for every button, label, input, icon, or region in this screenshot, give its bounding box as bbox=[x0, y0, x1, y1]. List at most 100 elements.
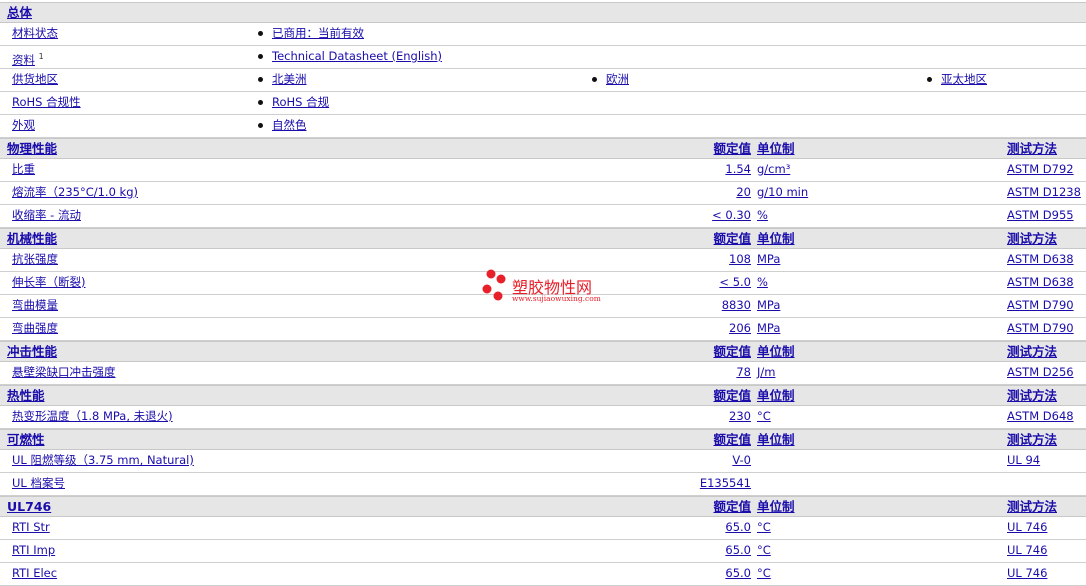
row-test-method: UL 746 bbox=[1007, 566, 1048, 580]
section-header: 总体 bbox=[0, 2, 1086, 23]
row-label-text: 弯曲模量 bbox=[12, 298, 58, 312]
row-label: RTI Str bbox=[12, 517, 50, 538]
table-row: UL 档案号 E135541 bbox=[0, 473, 1086, 496]
row-value: < 5.0 bbox=[719, 275, 751, 289]
bullet-item: RoHS 合规 bbox=[258, 92, 329, 113]
bullet-text: 自然色 bbox=[272, 118, 307, 132]
row-label-text: 收缩率 - 流动 bbox=[12, 208, 81, 222]
row-label: 收缩率 - 流动 bbox=[12, 205, 81, 226]
row-label: UL 档案号 bbox=[12, 473, 65, 494]
header-test-method: 测试方法 bbox=[1007, 141, 1058, 156]
row-value: E135541 bbox=[699, 476, 751, 490]
header-value: 额定值 bbox=[713, 499, 751, 514]
table-row: 材料状态 已商用：当前有效 bbox=[0, 23, 1086, 46]
section-header: 冲击性能 额定值 单位制 测试方法 bbox=[0, 341, 1086, 362]
row-unit: % bbox=[757, 275, 768, 289]
row-label-text: UL 阻燃等级（3.75 mm, Natural) bbox=[12, 453, 194, 467]
row-label-text: 弯曲强度 bbox=[12, 321, 58, 335]
row-test-method: ASTM D638 bbox=[1007, 252, 1074, 266]
row-value: 20 bbox=[736, 185, 751, 199]
row-label: 比重 bbox=[12, 159, 35, 180]
row-label-text: UL 档案号 bbox=[12, 476, 65, 490]
row-value: 78 bbox=[736, 365, 751, 379]
header-test-method: 测试方法 bbox=[1007, 344, 1058, 359]
row-test-method: ASTM D638 bbox=[1007, 275, 1074, 289]
row-test-method: ASTM D792 bbox=[1007, 162, 1074, 176]
row-label-text: 伸长率（断裂) bbox=[12, 275, 86, 289]
row-value: 65.0 bbox=[725, 543, 751, 557]
row-label: 供货地区 bbox=[12, 69, 58, 90]
row-label: 弯曲强度 bbox=[12, 318, 58, 339]
section-header: 可燃性 额定值 单位制 测试方法 bbox=[0, 429, 1086, 450]
datasheet-link[interactable]: Technical Datasheet (English) bbox=[272, 49, 442, 63]
row-label: RTI Imp bbox=[12, 540, 55, 561]
table-row: 供货地区 北美洲 欧洲 亚太地区 bbox=[0, 69, 1086, 92]
table-row: 收缩率 - 流动 < 0.30% ASTM D955 bbox=[0, 205, 1086, 228]
header-value: 额定值 bbox=[713, 432, 751, 447]
row-test-method: ASTM D256 bbox=[1007, 365, 1074, 379]
row-label-text: 熔流率（235°C/1.0 kg) bbox=[12, 185, 138, 199]
row-label-text: RTI Elec bbox=[12, 566, 58, 580]
bullet-text: RoHS 合规 bbox=[272, 95, 330, 109]
bullet-item: Technical Datasheet (English) bbox=[258, 46, 442, 67]
header-value: 额定值 bbox=[713, 344, 751, 359]
header-unit: 单位制 bbox=[757, 231, 795, 246]
section-title: 可燃性 bbox=[7, 432, 45, 447]
section-title: 机械性能 bbox=[7, 231, 58, 246]
section-header: UL746 额定值 单位制 测试方法 bbox=[0, 496, 1086, 517]
header-unit: 单位制 bbox=[757, 344, 795, 359]
header-unit: 单位制 bbox=[757, 141, 795, 156]
row-label: 材料状态 bbox=[12, 23, 58, 44]
bullet-text: 亚太地区 bbox=[941, 72, 987, 86]
row-value: < 0.30 bbox=[712, 208, 751, 222]
header-unit: 单位制 bbox=[757, 432, 795, 447]
row-unit: °C bbox=[757, 409, 771, 423]
row-label-text: 比重 bbox=[12, 162, 35, 176]
row-value: 65.0 bbox=[725, 566, 751, 580]
row-test-method: UL 94 bbox=[1007, 453, 1041, 467]
row-value: 108 bbox=[729, 252, 751, 266]
row-label: 弯曲模量 bbox=[12, 295, 58, 316]
table-row: UL 阻燃等级（3.75 mm, Natural) V-0 UL 94 bbox=[0, 450, 1086, 473]
row-label: 热变形温度（1.8 MPa, 未退火) bbox=[12, 406, 173, 427]
header-unit: 单位制 bbox=[757, 499, 795, 514]
header-test-method: 测试方法 bbox=[1007, 432, 1058, 447]
row-label-text: 材料状态 bbox=[12, 26, 58, 40]
row-value: 1.54 bbox=[725, 162, 751, 176]
watermark-logo: 塑胶物性网 www.sujiaowuxing.com bbox=[480, 268, 620, 308]
section-header: 热性能 额定值 单位制 测试方法 bbox=[0, 385, 1086, 406]
row-test-method: UL 746 bbox=[1007, 543, 1048, 557]
table-row: 悬壁梁缺口冲击强度 78 J/m ASTM D256 bbox=[0, 362, 1086, 385]
row-unit: g/10 min bbox=[757, 185, 809, 199]
header-value: 额定值 bbox=[713, 388, 751, 403]
row-unit: % bbox=[757, 208, 768, 222]
table-row: 热变形温度（1.8 MPa, 未退火) 230 °C ASTM D648 bbox=[0, 406, 1086, 429]
table-row: RoHS 合规性 RoHS 合规 bbox=[0, 92, 1086, 115]
row-label: UL 阻燃等级（3.75 mm, Natural) bbox=[12, 450, 194, 471]
row-label-text: 资料 bbox=[12, 52, 35, 67]
row-unit: °C bbox=[757, 543, 771, 557]
row-unit: MPa bbox=[757, 298, 781, 312]
header-value: 额定值 bbox=[713, 141, 751, 156]
row-label: RoHS 合规性 bbox=[12, 92, 81, 113]
row-unit: °C bbox=[757, 520, 771, 534]
row-unit: MPa bbox=[757, 321, 781, 335]
bullet-text: 欧洲 bbox=[606, 72, 629, 86]
row-test-method: ASTM D1238 bbox=[1007, 185, 1081, 199]
row-label-text: RTI Str bbox=[12, 520, 50, 534]
row-unit: °C bbox=[757, 566, 771, 580]
watermark-url: www.sujiaowuxing.com bbox=[512, 294, 601, 303]
row-unit: J/m bbox=[757, 365, 776, 379]
table-row: 外观 自然色 bbox=[0, 115, 1086, 138]
section-header: 物理性能 额定值 单位制 测试方法 bbox=[0, 138, 1086, 159]
row-test-method: ASTM D955 bbox=[1007, 208, 1074, 222]
table-row: 资料 1 Technical Datasheet (English) bbox=[0, 46, 1086, 69]
row-label: 抗张强度 bbox=[12, 249, 58, 270]
section-title: UL746 bbox=[7, 499, 52, 514]
row-unit: MPa bbox=[757, 252, 781, 266]
bullet-item: 亚太地区 bbox=[927, 69, 987, 90]
row-label-text: 供货地区 bbox=[12, 72, 58, 86]
table-row: RTI Imp 65.0 °C UL 746 bbox=[0, 540, 1086, 563]
row-label-text: RTI Imp bbox=[12, 543, 56, 557]
header-value: 额定值 bbox=[713, 231, 751, 246]
